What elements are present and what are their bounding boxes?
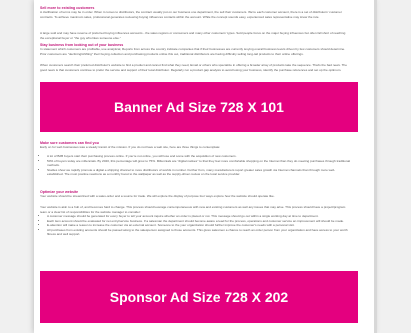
section-paragraph: Your website should be streamlined with … <box>40 194 275 198</box>
section-existing-customers: Sell more to existing customers A clarif… <box>40 6 350 41</box>
section-paragraph: When customers search their preferred di… <box>40 63 347 72</box>
banner-ad-label: Banner Ad Size 728 X 101 <box>114 99 284 115</box>
list-item: 50% of buyers today are millennials. By … <box>47 159 350 168</box>
section-optimize-website: Optimize your website Your website shoul… <box>40 190 350 237</box>
section-paragraph: A large sold and may have reserve of pre… <box>40 31 346 40</box>
bullet-list: A customer message should be generated f… <box>40 214 350 237</box>
bullet-list: A lot of B2B buyers start their purchasi… <box>40 154 350 177</box>
section-paragraph: A clarification of terms may be in order… <box>40 10 342 19</box>
section-stay-business: Stay business from looking out of your b… <box>40 43 350 77</box>
section-find-you: Make sure customers can find you Early o… <box>40 141 350 177</box>
banner-ad[interactable]: Banner Ad Size 728 X 101 <box>40 82 358 132</box>
page-edge <box>374 0 377 333</box>
section-paragraph: Your website is akin to a hub of, and be… <box>40 205 346 214</box>
sponsor-ad[interactable]: Sponsor Ad Size 728 X 202 <box>40 271 358 323</box>
sponsor-ad-label: Sponsor Ad Size 728 X 202 <box>109 289 289 305</box>
list-item: All purchases from existing accounts sho… <box>47 228 350 237</box>
section-paragraph: In statement which customers are profita… <box>40 47 346 56</box>
list-item: A customer message should be generated f… <box>47 214 350 219</box>
section-paragraph: Early on for web businesses was a steady… <box>40 145 221 149</box>
list-item: Studies show we rapidly promote a digita… <box>47 168 350 177</box>
